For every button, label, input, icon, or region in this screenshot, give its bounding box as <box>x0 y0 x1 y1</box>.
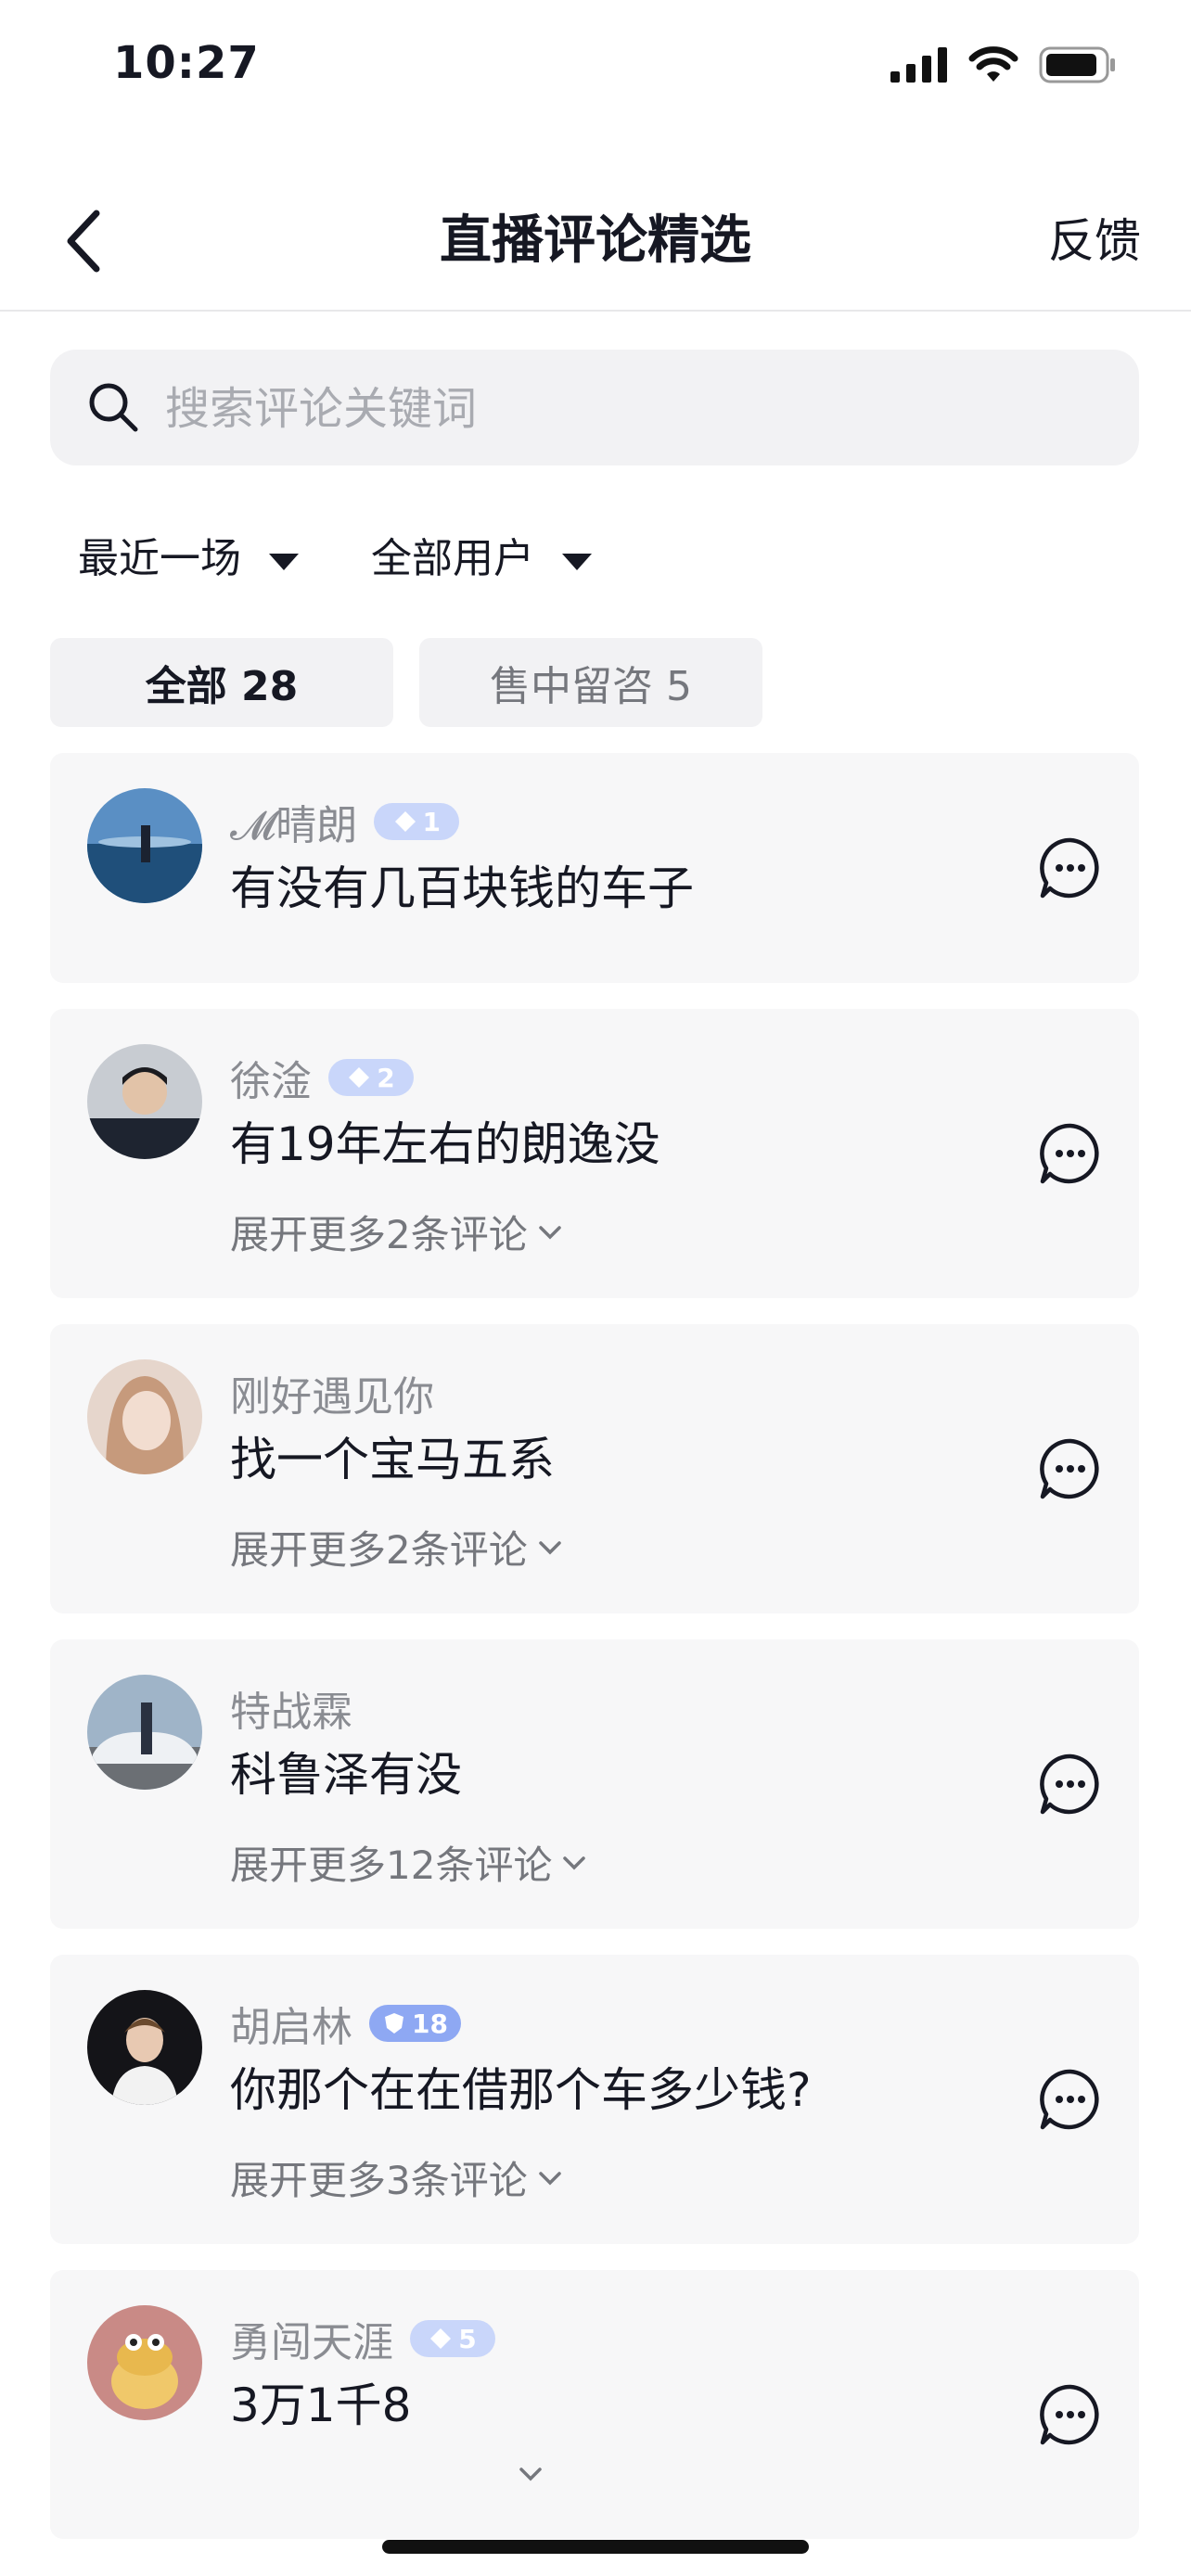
avatar[interactable] <box>87 1044 202 1159</box>
comment-header: 特战霖 <box>230 1680 352 1736</box>
home-indicator[interactable] <box>382 2540 809 2554</box>
fan-level-badge: 18 <box>369 2005 461 2042</box>
expand-replies-link[interactable] <box>230 2465 544 2483</box>
filter-users-label: 全部用户 <box>371 535 534 582</box>
comment-card[interactable]: 刚好遇见你 找一个宝马五系 展开更多2条评论 <box>50 1324 1139 1613</box>
reply-icon[interactable] <box>1039 1122 1102 1185</box>
battery-icon <box>1039 46 1115 83</box>
avatar[interactable] <box>87 1990 202 2105</box>
comment-header: 徐淦 2 <box>230 1050 414 1105</box>
reply-icon[interactable] <box>1039 1753 1102 1816</box>
reply-icon[interactable] <box>1039 836 1102 899</box>
search-bar[interactable] <box>50 350 1139 467</box>
tab-all-label: 全部 28 <box>145 663 299 710</box>
chevron-down-icon <box>538 2171 561 2185</box>
signal-icon <box>890 47 947 83</box>
user-name[interactable]: 徐淦 <box>230 1048 312 1107</box>
comment-card[interactable]: 𝓜晴朗 1 有没有几百块钱的车子 <box>50 753 1139 983</box>
diamond-icon <box>430 2328 452 2349</box>
comment-card[interactable]: 勇闯天涯 5 3万1千8 <box>50 2270 1139 2539</box>
chevron-down-icon <box>538 1540 561 1554</box>
nav-divider <box>0 310 1191 312</box>
comment-header: 刚好遇见你 <box>230 1365 434 1421</box>
user-name[interactable]: 特战霖 <box>230 1678 352 1738</box>
comment-card[interactable]: 胡启林 18 你那个在在借那个车多少钱? 展开更多3条评论 <box>50 1955 1139 2244</box>
expand-label: 展开更多2条评论 <box>230 1527 528 1573</box>
comment-text: 科鲁泽有没 <box>230 1748 462 1802</box>
badge-level: 5 <box>458 2323 477 2354</box>
fan-level-badge: 2 <box>328 1059 414 1096</box>
badge-level: 1 <box>422 806 442 837</box>
expand-label: 展开更多12条评论 <box>230 1843 553 1888</box>
shield-icon <box>385 2013 403 2034</box>
diamond-icon <box>394 811 416 832</box>
comment-text: 3万1千8 <box>230 2378 412 2432</box>
search-input[interactable] <box>163 350 1095 467</box>
avatar[interactable] <box>87 1359 202 1474</box>
caret-down-icon <box>269 554 299 570</box>
tab-in-sale-inquiry[interactable]: 售中留咨 5 <box>419 638 762 727</box>
expand-replies-link[interactable]: 展开更多12条评论 <box>230 1834 587 1891</box>
badge-level: 2 <box>377 1062 395 1093</box>
tab-in-sale-label: 售中留咨 5 <box>490 663 692 710</box>
expand-replies-link[interactable]: 展开更多2条评论 <box>230 1204 563 1260</box>
avatar[interactable] <box>87 1675 202 1790</box>
comment-text: 有没有几百块钱的车子 <box>230 861 694 915</box>
fan-level-badge: 5 <box>410 2320 495 2357</box>
reply-icon[interactable] <box>1039 1437 1102 1500</box>
expand-replies-link[interactable]: 展开更多2条评论 <box>230 1519 563 1575</box>
diamond-icon <box>349 1067 370 1088</box>
tab-all[interactable]: 全部 28 <box>50 638 393 727</box>
comment-text: 你那个在在借那个车多少钱? <box>230 2063 812 2117</box>
user-name[interactable]: 刚好遇见你 <box>230 1363 434 1422</box>
user-name[interactable]: 𝓜晴朗 <box>230 792 357 851</box>
wifi-icon <box>968 46 1018 82</box>
reply-icon[interactable] <box>1039 2383 1102 2446</box>
avatar[interactable] <box>87 2305 202 2420</box>
search-icon <box>89 383 138 432</box>
comment-header: 胡启林 18 <box>230 1996 461 2051</box>
user-name[interactable]: 勇闯天涯 <box>230 2309 393 2368</box>
fan-level-badge: 1 <box>374 803 460 840</box>
chevron-down-icon <box>519 2468 542 2481</box>
comment-text: 有19年左右的朗逸没 <box>230 1117 660 1171</box>
chevron-down-icon <box>538 1225 561 1239</box>
comment-header: 𝓜晴朗 1 <box>230 792 460 851</box>
status-time: 10:27 <box>113 37 260 89</box>
filter-session-dropdown[interactable]: 最近一场 <box>78 527 299 592</box>
badge-level: 18 <box>412 2008 448 2039</box>
filter-session-label: 最近一场 <box>78 535 241 582</box>
avatar[interactable] <box>87 788 202 903</box>
feedback-button[interactable]: 反馈 <box>1048 206 1141 276</box>
comment-header: 勇闯天涯 5 <box>230 2311 495 2366</box>
comment-text: 找一个宝马五系 <box>230 1433 555 1486</box>
comment-card[interactable]: 徐淦 2 有19年左右的朗逸没 展开更多2条评论 <box>50 1009 1139 1298</box>
user-name[interactable]: 胡启林 <box>230 1994 352 2053</box>
status-icons <box>890 46 1117 83</box>
caret-down-icon <box>562 554 592 570</box>
comment-card[interactable]: 特战霖 科鲁泽有没 展开更多12条评论 <box>50 1639 1139 1929</box>
filter-users-dropdown[interactable]: 全部用户 <box>371 527 592 592</box>
expand-label: 展开更多2条评论 <box>230 1212 528 1257</box>
reply-icon[interactable] <box>1039 2068 1102 2131</box>
chevron-down-icon <box>563 1855 586 1869</box>
page-title: 直播评论精选 <box>440 210 751 271</box>
expand-label: 展开更多3条评论 <box>230 2158 528 2203</box>
expand-replies-link[interactable]: 展开更多3条评论 <box>230 2149 563 2206</box>
